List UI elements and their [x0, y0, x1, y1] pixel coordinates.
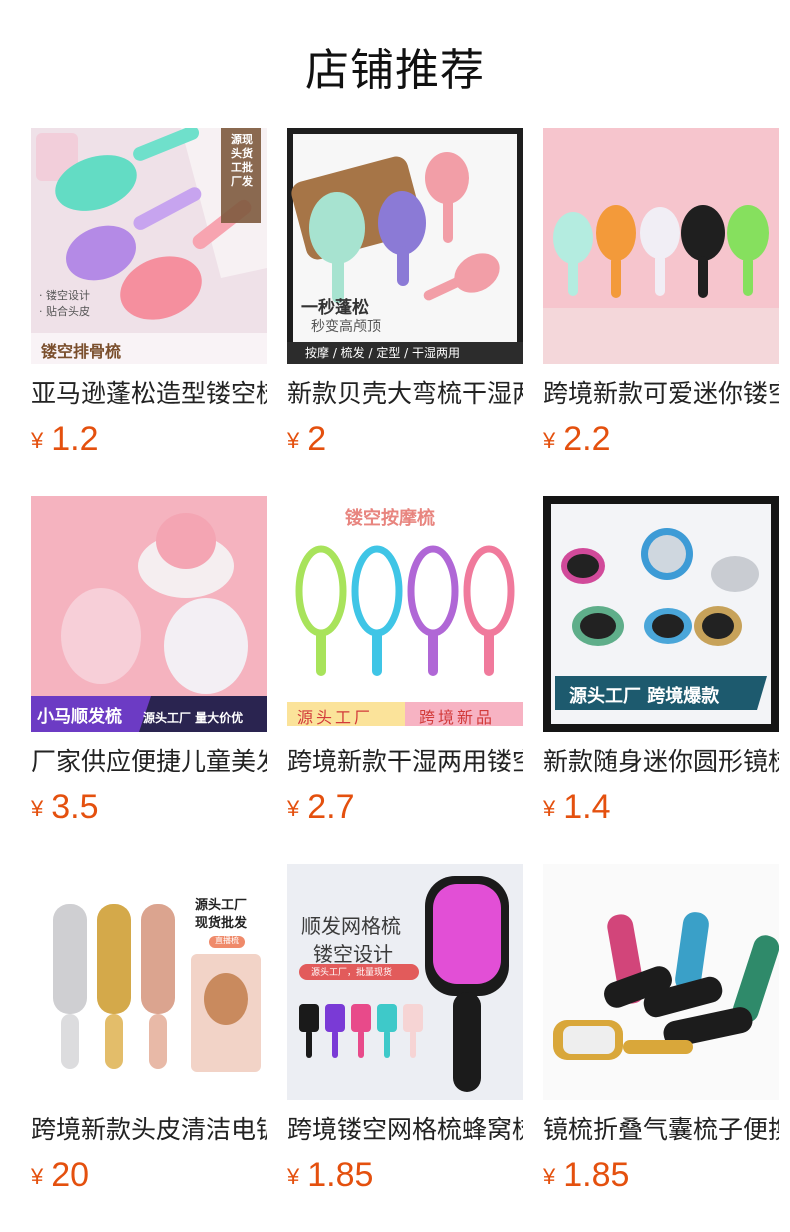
product-tag-left: 源头工厂 — [297, 708, 374, 727]
product-image[interactable] — [543, 128, 779, 364]
product-card[interactable]: 源头工厂 跨境爆款 新款随身迷你圆形镜梳 ¥1.4 — [543, 496, 779, 827]
product-image[interactable]: 源现头货工批厂发 · 镂空设计 · 贴合头皮 镂空排骨梳 — [31, 128, 267, 364]
product-price: ¥1.4 — [543, 788, 779, 827]
product-name[interactable]: 新款贝壳大弯梳干湿两用 — [287, 378, 523, 410]
price-value: 2.2 — [563, 420, 611, 458]
product-card[interactable]: 镜梳折叠气囊梳子便携 ¥1.85 — [543, 864, 779, 1195]
product-price: ¥2 — [287, 420, 523, 459]
page-title: 店铺推荐 — [305, 45, 485, 96]
product-image[interactable]: 源头工厂 现货批发 直播梳 — [31, 864, 267, 1100]
product-heading: 镂空设计 — [313, 942, 393, 966]
price-value: 20 — [51, 1156, 90, 1194]
product-caption: 镂空排骨梳 — [41, 342, 122, 361]
product-name[interactable]: 跨境新款头皮清洁电镀梳 — [31, 1114, 267, 1146]
product-banner: 源头工厂 跨境爆款 — [569, 686, 720, 707]
product-pill: 源头工厂，批量现货 — [311, 968, 393, 978]
price-value: 2.7 — [307, 788, 355, 826]
price-value: 2 — [307, 420, 327, 458]
product-heading: 镂空按摩梳 — [345, 508, 435, 529]
product-banner-left: 小马顺发梳 — [37, 707, 122, 727]
currency-symbol: ¥ — [287, 1164, 300, 1189]
product-slogan-sub: 秒变高颅顶 — [311, 319, 381, 335]
product-card[interactable]: 镂空按摩梳 源头工厂 跨境新品 跨境新款干湿两用镂空梳 ¥2.7 — [287, 496, 523, 827]
currency-symbol: ¥ — [31, 796, 44, 821]
product-card[interactable]: 跨境新款可爱迷你镂空梳 ¥2.2 — [543, 128, 779, 459]
price-value: 1.85 — [307, 1156, 374, 1194]
product-price: ¥20 — [31, 1156, 267, 1195]
product-badge: 源现头货工批厂发 — [231, 133, 253, 188]
currency-symbol: ¥ — [543, 796, 556, 821]
product-image[interactable]: 顺发网格梳 镂空设计 源头工厂，批量现货 — [287, 864, 523, 1100]
price-value: 3.5 — [51, 788, 99, 826]
currency-symbol: ¥ — [287, 428, 300, 453]
product-name[interactable]: 跨境镂空网格梳蜂窝梳 — [287, 1114, 523, 1146]
product-image[interactable]: 镂空按摩梳 源头工厂 跨境新品 — [287, 496, 523, 732]
product-card[interactable]: 源现头货工批厂发 · 镂空设计 · 贴合头皮 镂空排骨梳 亚马逊蓬松造型镂空梳 … — [31, 128, 267, 459]
product-note: · 贴合头皮 — [39, 305, 90, 318]
product-price: ¥1.85 — [543, 1156, 779, 1195]
product-price: ¥3.5 — [31, 788, 267, 827]
product-card[interactable]: 一秒蓬松 秒变高颅顶 按摩 / 梳发 / 定型 / 干湿两用 新款贝壳大弯梳干湿… — [287, 128, 523, 459]
product-image[interactable] — [543, 864, 779, 1100]
product-card[interactable]: 顺发网格梳 镂空设计 源头工厂，批量现货 跨境镂空网格梳蜂窝梳 ¥1.85 — [287, 864, 523, 1195]
product-card[interactable]: 源头工厂 现货批发 直播梳 跨境新款头皮清洁电镀梳 ¥20 — [31, 864, 267, 1195]
product-footer: 按摩 / 梳发 / 定型 / 干湿两用 — [305, 346, 461, 360]
product-name[interactable]: 厂家供应便捷儿童美发梳 — [31, 746, 267, 778]
price-value: 1.2 — [51, 420, 99, 458]
product-image[interactable]: 源头工厂 跨境爆款 — [543, 496, 779, 732]
product-heading: 顺发网格梳 — [301, 914, 401, 938]
price-value: 1.4 — [563, 788, 611, 826]
product-name[interactable]: 新款随身迷你圆形镜梳 — [543, 746, 779, 778]
product-name[interactable]: 跨境新款可爱迷你镂空梳 — [543, 378, 779, 410]
product-heading: 源头工厂 — [195, 898, 248, 913]
product-slogan: 一秒蓬松 — [301, 298, 369, 318]
product-name[interactable]: 镜梳折叠气囊梳子便携 — [543, 1114, 779, 1146]
product-price: ¥1.2 — [31, 420, 267, 459]
product-pill: 直播梳 — [215, 936, 239, 945]
currency-symbol: ¥ — [31, 1164, 44, 1189]
price-value: 1.85 — [563, 1156, 630, 1194]
product-tag-right: 跨境新品 — [419, 708, 496, 727]
product-price: ¥2.7 — [287, 788, 523, 827]
product-note: · 镂空设计 — [39, 289, 90, 302]
product-name[interactable]: 亚马逊蓬松造型镂空梳 — [31, 378, 267, 410]
product-heading: 现货批发 — [195, 916, 248, 931]
product-image[interactable]: 一秒蓬松 秒变高颅顶 按摩 / 梳发 / 定型 / 干湿两用 — [287, 128, 523, 364]
product-banner-right: 源头工厂 量大价优 — [143, 711, 244, 725]
product-name[interactable]: 跨境新款干湿两用镂空梳 — [287, 746, 523, 778]
product-card[interactable]: 小马顺发梳 源头工厂 量大价优 厂家供应便捷儿童美发梳 ¥3.5 — [31, 496, 267, 827]
currency-symbol: ¥ — [31, 428, 44, 453]
product-price: ¥2.2 — [543, 420, 779, 459]
product-price: ¥1.85 — [287, 1156, 523, 1195]
currency-symbol: ¥ — [543, 428, 556, 453]
currency-symbol: ¥ — [287, 796, 300, 821]
currency-symbol: ¥ — [543, 1164, 556, 1189]
product-image[interactable]: 小马顺发梳 源头工厂 量大价优 — [31, 496, 267, 732]
